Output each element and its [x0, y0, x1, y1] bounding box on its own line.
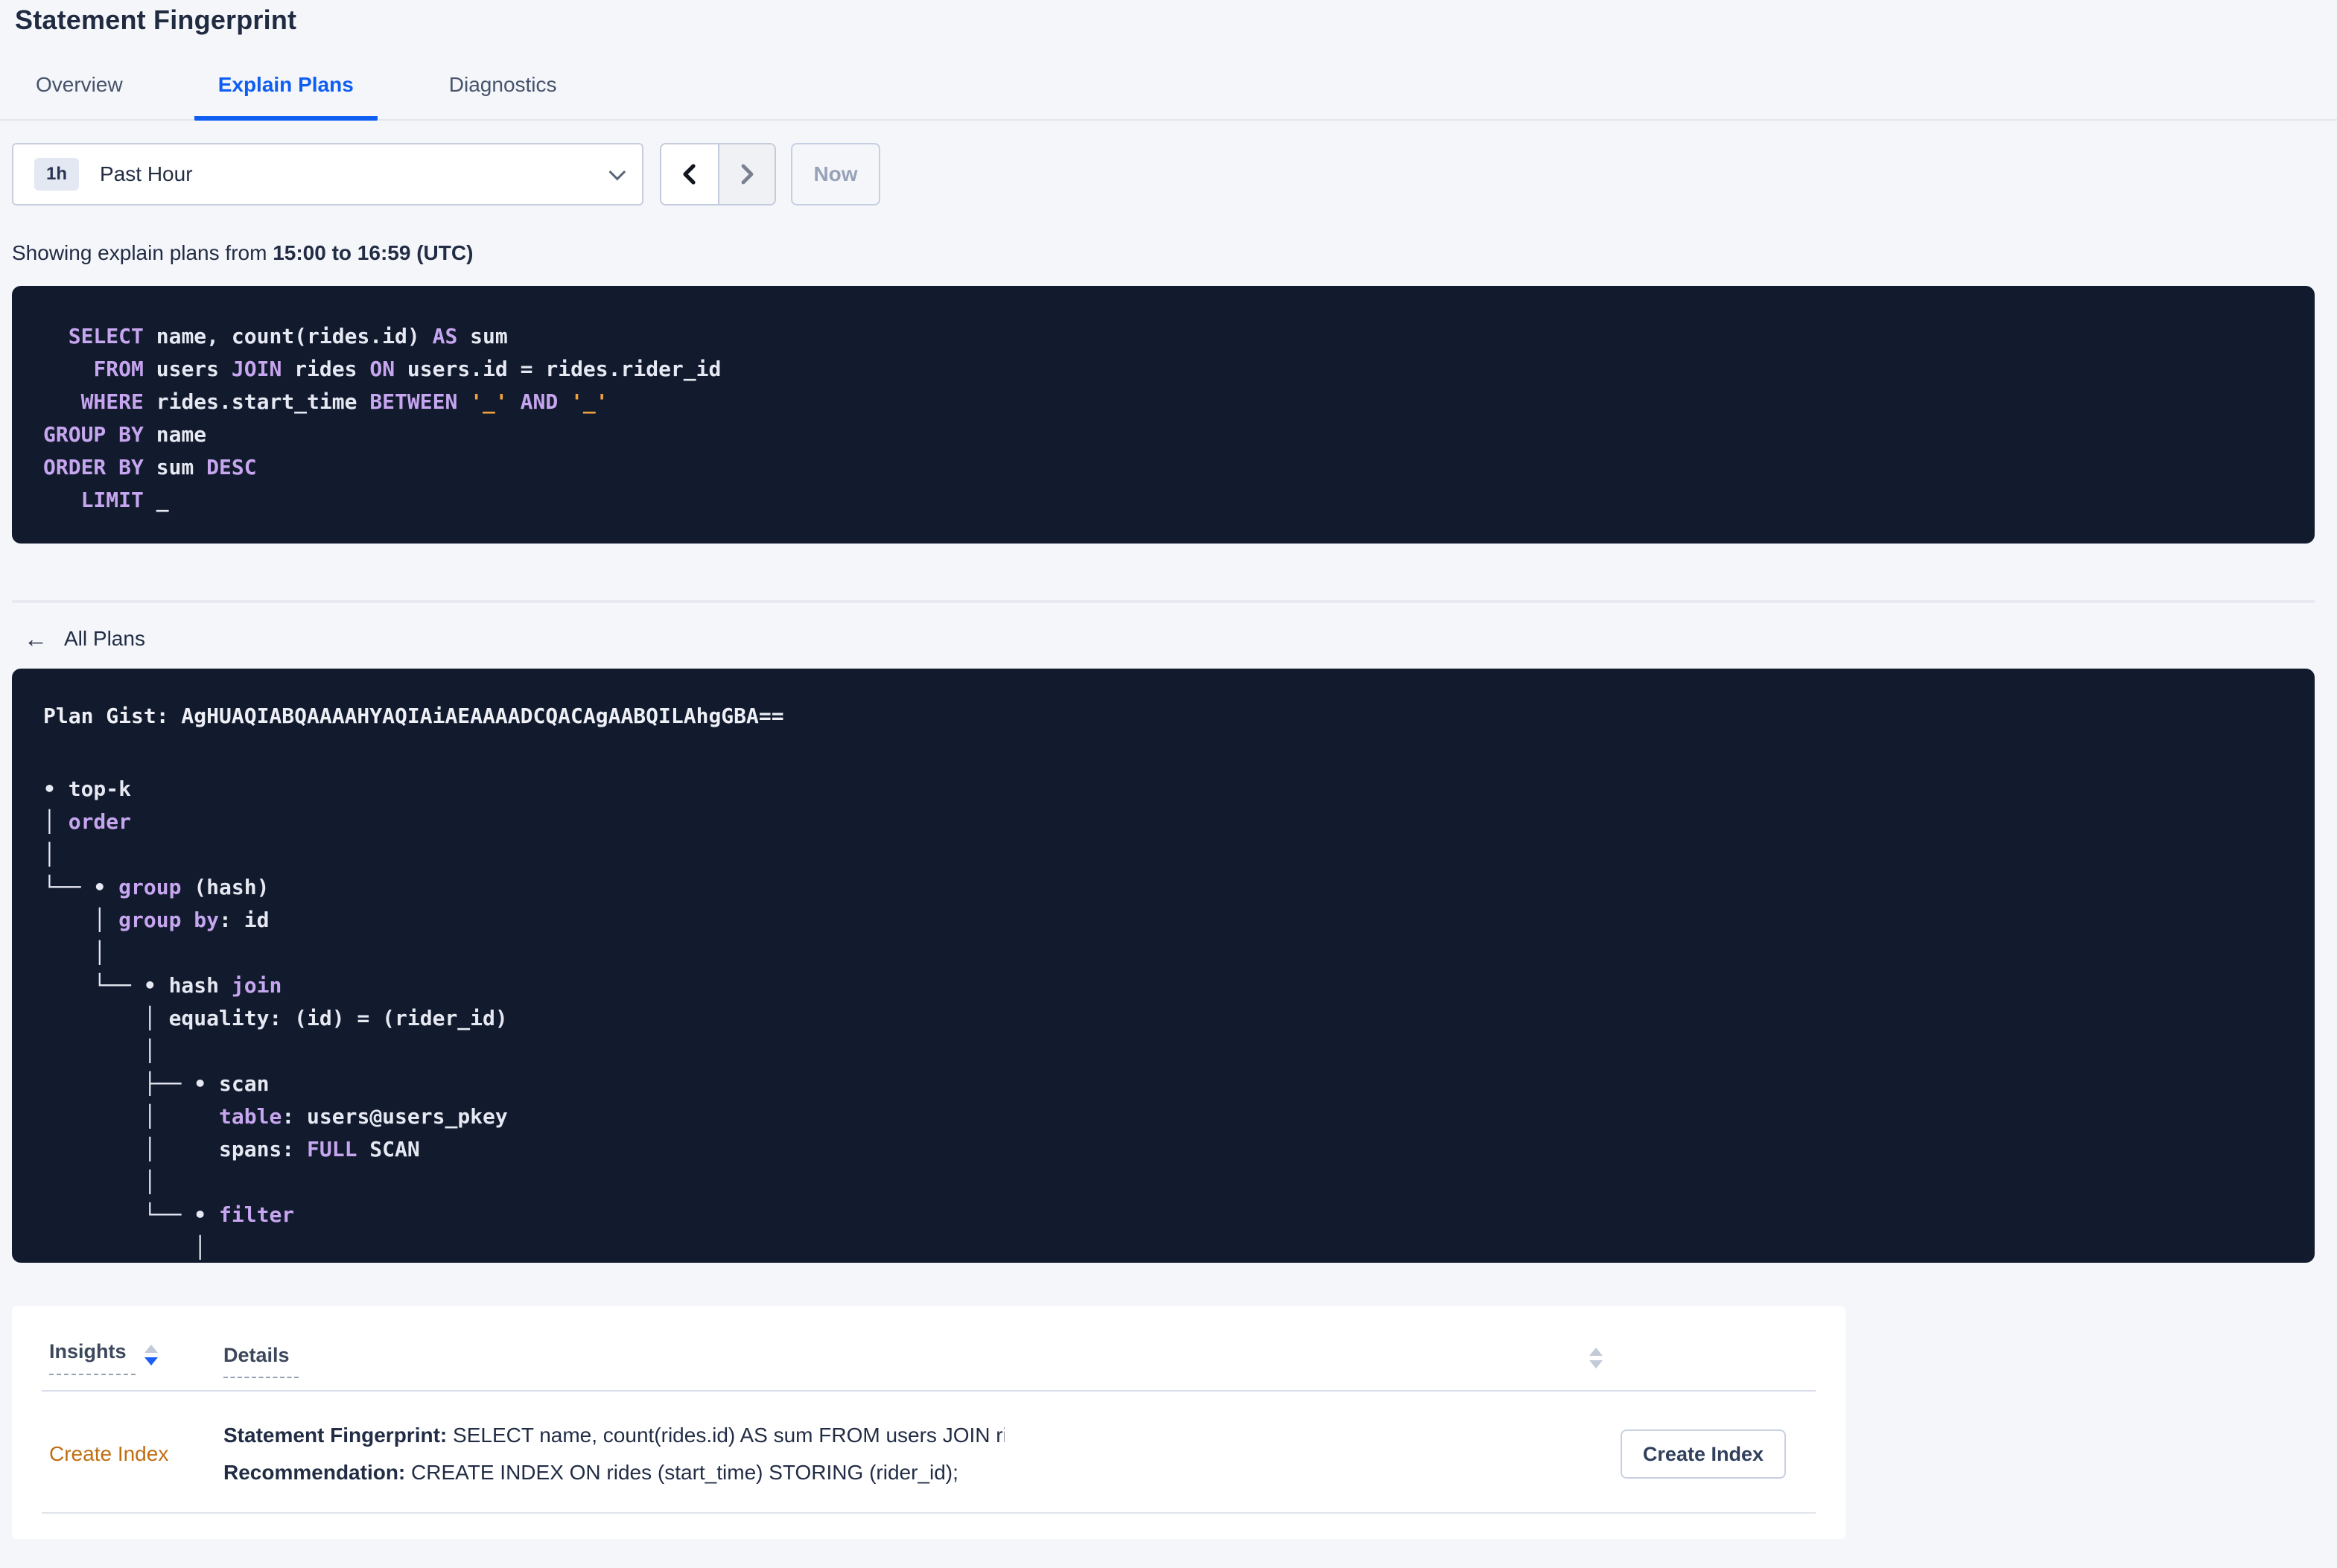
sort-down-triangle — [144, 1357, 158, 1365]
recommendation-text: CREATE INDEX ON rides (start_time) STORI… — [405, 1461, 958, 1484]
create-index-button[interactable]: Create Index — [1620, 1430, 1786, 1479]
chevron-left-icon — [683, 164, 696, 185]
caption-prefix: Showing explain plans from — [12, 241, 273, 264]
now-button[interactable]: Now — [791, 143, 880, 205]
action-cell: Create Index — [1005, 1417, 1845, 1491]
explain-range-caption: Showing explain plans from 15:00 to 16:5… — [12, 241, 2337, 265]
tab-explain-plans[interactable]: Explain Plans — [194, 55, 378, 121]
caption-range: 15:00 to 16:59 (UTC) — [273, 241, 474, 264]
time-range-label: Past Hour — [100, 162, 193, 185]
sql-fingerprint-box: SELECT name, count(rides.id) AS sum FROM… — [12, 286, 2315, 544]
insights-card: Insights Details Create Index Statement … — [12, 1306, 1845, 1539]
next-time-button[interactable] — [718, 144, 775, 204]
all-plans-link[interactable]: ← All Plans — [24, 627, 145, 651]
tabs-bar: Overview Explain Plans Diagnostics — [0, 55, 2337, 121]
insight-cell: Create Index — [49, 1417, 223, 1491]
tab-diagnostics-label: Diagnostics — [448, 73, 557, 96]
statement-fingerprint-page: Statement Fingerprint Overview Explain P… — [0, 0, 2337, 1568]
tab-diagnostics[interactable]: Diagnostics — [425, 55, 581, 121]
time-picker-row: 1h Past Hour Now — [12, 143, 2337, 205]
details-header-cell: Details — [223, 1340, 299, 1378]
sort-up-triangle — [1589, 1348, 1603, 1356]
sort-icon-details[interactable] — [1589, 1348, 1603, 1368]
section-divider — [12, 600, 2315, 603]
column-header-details[interactable]: Details — [223, 1344, 299, 1378]
column-header-insights[interactable]: Insights — [49, 1340, 136, 1375]
insights-header-cell: Insights — [49, 1340, 223, 1375]
create-index-link[interactable]: Create Index — [49, 1442, 168, 1466]
plan-gist-box: Plan Gist: AgHUAQIABQAAAAHYAQIAiAEAAAADC… — [12, 669, 2315, 1263]
recommendation-label: Recommendation: — [223, 1461, 406, 1484]
tab-explain-plans-label: Explain Plans — [217, 73, 354, 96]
page-title: Statement Fingerprint — [15, 4, 297, 35]
plan-gist-line: Plan Gist: AgHUAQIABQAAAAHYAQIAiAEAAAADC… — [43, 704, 784, 728]
tab-overview[interactable]: Overview — [12, 55, 147, 121]
detail-line-recommendation: Recommendation: CREATE INDEX ON rides (s… — [223, 1454, 1005, 1491]
insight-table-row: Create Index Statement Fingerprint: SELE… — [12, 1392, 1845, 1491]
plan-tree: • top-k │ order │ └── • group (hash) │ grou… — [43, 777, 508, 1260]
details-cell: Statement Fingerprint: SELECT name, coun… — [223, 1417, 1005, 1491]
sort-icon-insights[interactable] — [144, 1345, 158, 1365]
time-range-dropdown[interactable]: 1h Past Hour — [12, 143, 643, 205]
sort-up-triangle — [144, 1345, 158, 1353]
statement-fingerprint-text: SELECT name, count(rides.id) AS sum FROM… — [453, 1424, 1005, 1447]
time-step-button-group — [660, 143, 776, 205]
statement-fingerprint-label: Statement Fingerprint: — [223, 1424, 448, 1447]
row-divider — [42, 1512, 1816, 1514]
tab-overview-label: Overview — [36, 73, 123, 96]
sort-down-triangle — [1589, 1360, 1603, 1368]
prev-time-button[interactable] — [661, 144, 718, 204]
all-plans-label: All Plans — [64, 627, 145, 650]
insights-table-header: Insights Details — [12, 1306, 1845, 1378]
detail-line-fingerprint: Statement Fingerprint: SELECT name, coun… — [223, 1417, 1005, 1454]
time-interval-badge: 1h — [34, 158, 80, 191]
chevron-right-icon — [741, 164, 754, 185]
chevron-down-icon — [608, 163, 626, 181]
back-arrow-icon: ← — [24, 625, 48, 652]
